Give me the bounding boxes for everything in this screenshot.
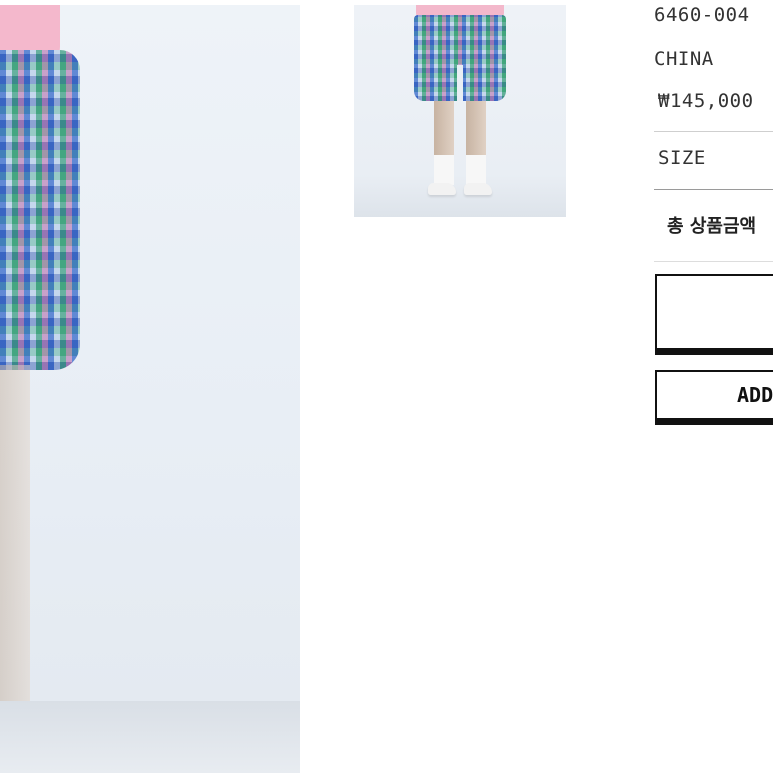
product-price: ₩145,000 [658, 90, 754, 112]
divider [654, 189, 773, 190]
product-thumbnail[interactable] [354, 5, 566, 217]
thumb-left-sock [434, 155, 454, 185]
size-option-label[interactable]: SIZE [658, 147, 706, 169]
total-price-label: 총 상품금액 [667, 216, 757, 237]
divider [654, 261, 773, 262]
plaid-shorts-graphic [0, 50, 80, 370]
thumb-right-shoe [464, 183, 492, 195]
product-detail-page: 6460-004 CHINA ₩145,000 SIZE 총 상품금액 ADD [0, 0, 773, 773]
thumb-leg-gap [457, 65, 463, 101]
product-origin: CHINA [654, 48, 714, 70]
product-info-panel: 6460-004 CHINA ₩145,000 SIZE 총 상품금액 ADD [654, 0, 773, 773]
thumb-right-sock [466, 155, 486, 185]
buy-now-button[interactable] [655, 274, 773, 350]
divider [654, 131, 773, 132]
floor-graphic [0, 701, 300, 773]
thumb-left-leg [434, 101, 454, 161]
leg-graphic [0, 365, 30, 715]
main-product-image [0, 5, 300, 773]
thumb-left-shoe [428, 183, 456, 195]
thumb-right-leg [466, 101, 486, 161]
product-sku: 6460-004 [654, 4, 750, 26]
add-to-cart-button[interactable]: ADD [655, 370, 773, 420]
